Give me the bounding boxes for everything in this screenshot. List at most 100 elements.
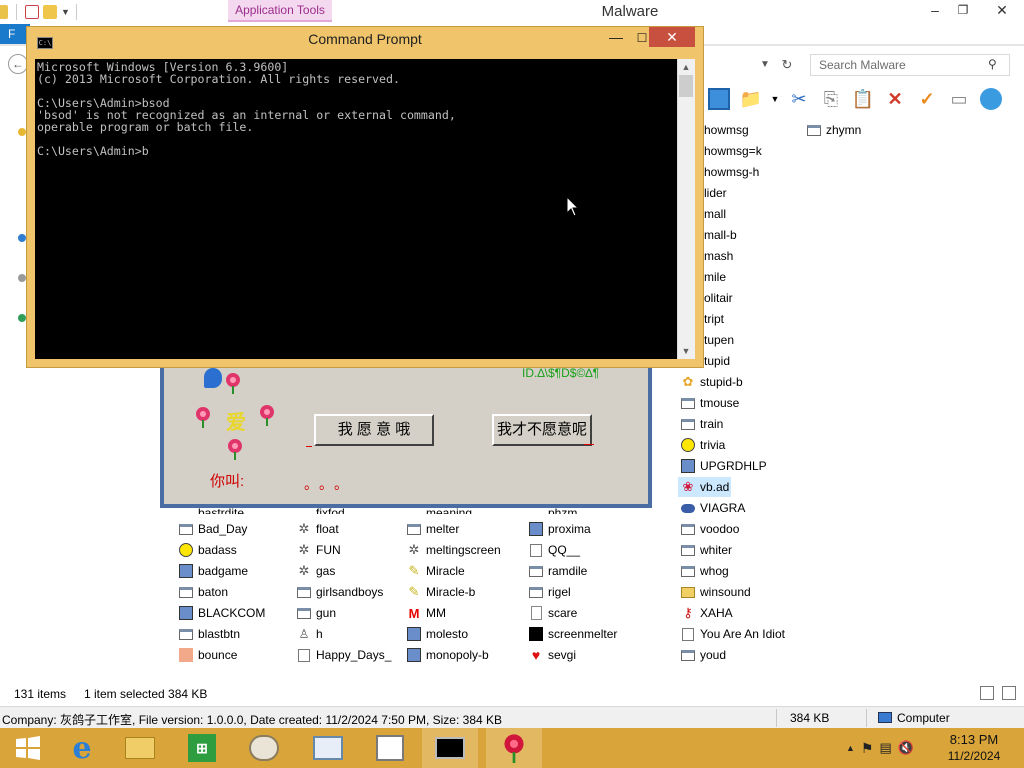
delete-icon[interactable]: ✕	[882, 86, 908, 112]
computer-icon[interactable]	[18, 274, 26, 282]
file-item[interactable]: whog	[678, 561, 731, 581]
file-item[interactable]: lider	[702, 183, 729, 203]
file-item[interactable]: gun	[294, 603, 338, 623]
network-icon[interactable]	[18, 314, 26, 322]
file-item[interactable]: mile	[702, 267, 728, 287]
file-item[interactable]: ⚷ XAHA	[678, 603, 735, 623]
file-item[interactable]: scare	[526, 603, 579, 623]
homegroup-icon[interactable]	[18, 234, 26, 242]
file-item[interactable]: M MM	[404, 603, 448, 623]
file-item[interactable]: ✲ FUN	[294, 540, 343, 560]
file-item[interactable]: baton	[176, 582, 230, 602]
file-item[interactable]: olitair	[702, 288, 735, 308]
command-prompt-taskbar-button[interactable]	[422, 728, 478, 768]
search-input[interactable]: Search Malware	[810, 54, 1010, 76]
file-item[interactable]: VIAGRA	[678, 498, 747, 518]
file-item[interactable]: tmouse	[678, 393, 741, 413]
file-item[interactable]: ♥ sevgi	[526, 645, 578, 665]
favorites-icon[interactable]	[18, 128, 26, 136]
search-icon[interactable]: ⚲	[988, 57, 1002, 71]
file-item[interactable]: tupen	[702, 330, 736, 350]
prank-app-taskbar-button[interactable]	[486, 728, 542, 768]
cmd-minimize-button[interactable]: —	[603, 27, 629, 49]
file-item[interactable]: howmsg=k	[702, 141, 764, 161]
command-prompt-window[interactable]: C:\ Command Prompt — ☐ ✕ Microsoft Windo…	[26, 26, 704, 368]
copy-icon[interactable]: ⎘	[818, 86, 844, 112]
file-item[interactable]: ✲ gas	[294, 561, 337, 581]
cmd-scrollbar[interactable]	[677, 59, 695, 359]
task-list-button[interactable]	[362, 728, 418, 768]
file-item[interactable]: bounce	[176, 645, 239, 665]
file-item[interactable]: ✿ stupid-b	[678, 372, 745, 392]
cmd-scroll-thumb[interactable]	[679, 75, 693, 97]
rename-icon[interactable]: ▭	[946, 86, 972, 112]
file-item[interactable]: tript	[702, 309, 726, 329]
show-hidden-icons-icon[interactable]: ▲	[846, 743, 855, 753]
file-item[interactable]: trivia	[678, 435, 727, 455]
performance-monitor-button[interactable]	[300, 728, 356, 768]
refuse-button[interactable]: 我才不愿意呢	[492, 414, 592, 446]
cut-icon[interactable]: ✂	[786, 86, 812, 112]
file-item[interactable]: ✲ float	[294, 519, 341, 539]
paste-icon[interactable]: 📋	[850, 86, 876, 112]
file-item[interactable]: molesto	[404, 624, 470, 644]
file-item[interactable]: zhymn	[804, 120, 863, 140]
file-item[interactable]: badass	[176, 540, 239, 560]
view-icon[interactable]	[706, 86, 732, 112]
file-item[interactable]: monopoly-b	[404, 645, 491, 665]
file-item[interactable]: badgame	[176, 561, 250, 581]
file-item[interactable]: train	[678, 414, 725, 434]
properties-icon[interactable]	[25, 5, 39, 19]
folder-icon[interactable]	[0, 5, 8, 19]
volume-muted-icon[interactable]: 🔇	[898, 740, 914, 756]
file-item[interactable]: voodoo	[678, 519, 741, 539]
file-explorer-button[interactable]	[112, 728, 168, 768]
file-item[interactable]: screenmelter	[526, 624, 619, 644]
address-dropdown-icon[interactable]: ▼	[754, 54, 776, 76]
file-item[interactable]: melter	[404, 519, 461, 539]
file-item[interactable]: mall	[702, 204, 728, 224]
globe-icon[interactable]	[978, 86, 1004, 112]
large-icons-view-icon[interactable]	[1002, 686, 1016, 700]
file-item[interactable]: mash	[702, 246, 735, 266]
file-item[interactable]: howmsg-h	[702, 162, 761, 182]
network-icon[interactable]: ▤	[879, 740, 891, 756]
file-item[interactable]: ramdile	[526, 561, 589, 581]
file-item[interactable]: whiter	[678, 540, 734, 560]
file-item[interactable]: mall-b	[702, 225, 739, 245]
file-item[interactable]: blastbtn	[176, 624, 242, 644]
file-item[interactable]: ✎ Miracle	[404, 561, 467, 581]
new-folder-icon[interactable]	[43, 5, 57, 19]
file-item[interactable]: Happy_Days_	[294, 645, 393, 665]
restore-button[interactable]: ❐	[948, 0, 978, 22]
file-item[interactable]: ✎ Miracle-b	[404, 582, 477, 602]
dropdown-icon[interactable]: ▼	[770, 86, 780, 112]
scroll-up-arrow-icon[interactable]: ▲	[677, 59, 695, 75]
file-item[interactable]: ❀ vb.ad	[678, 477, 732, 497]
scroll-down-arrow-icon[interactable]: ▼	[677, 343, 695, 359]
folder-options-icon[interactable]: 📁	[738, 86, 764, 112]
file-item[interactable]: Bad_Day	[176, 519, 249, 539]
file-item[interactable]: tupid	[702, 351, 732, 371]
close-button[interactable]: ✕	[980, 0, 1024, 22]
file-item[interactable]: ♙ h	[294, 624, 325, 644]
refresh-icon[interactable]: ↻	[776, 54, 798, 76]
file-item[interactable]: QQ__	[526, 540, 582, 560]
cmd-close-button[interactable]: ✕	[649, 27, 695, 47]
paint-button[interactable]	[236, 728, 292, 768]
file-item[interactable]: winsound	[678, 582, 753, 602]
check-icon[interactable]: ✓	[914, 86, 940, 112]
file-item[interactable]: rigel	[526, 582, 573, 602]
clock[interactable]: 8:13 PM 11/2/2024	[934, 732, 1014, 764]
tab-application-tools[interactable]: Application Tools	[228, 0, 332, 22]
internet-explorer-button[interactable]: e	[54, 728, 110, 768]
file-item[interactable]: ✲ meltingscreen	[404, 540, 503, 560]
qat-dropdown-icon[interactable]: ▼	[61, 7, 70, 17]
file-item[interactable]: howmsg	[702, 120, 751, 140]
accept-button[interactable]: 我 愿 意 哦	[314, 414, 434, 446]
back-button[interactable]: ←	[8, 54, 28, 74]
flag-icon[interactable]: ⚑	[861, 740, 874, 757]
file-item[interactable]: UPGRDHLP	[678, 456, 769, 476]
console-output[interactable]: Microsoft Windows [Version 6.3.9600] (c)…	[35, 59, 677, 359]
file-item[interactable]: youd	[678, 645, 728, 665]
